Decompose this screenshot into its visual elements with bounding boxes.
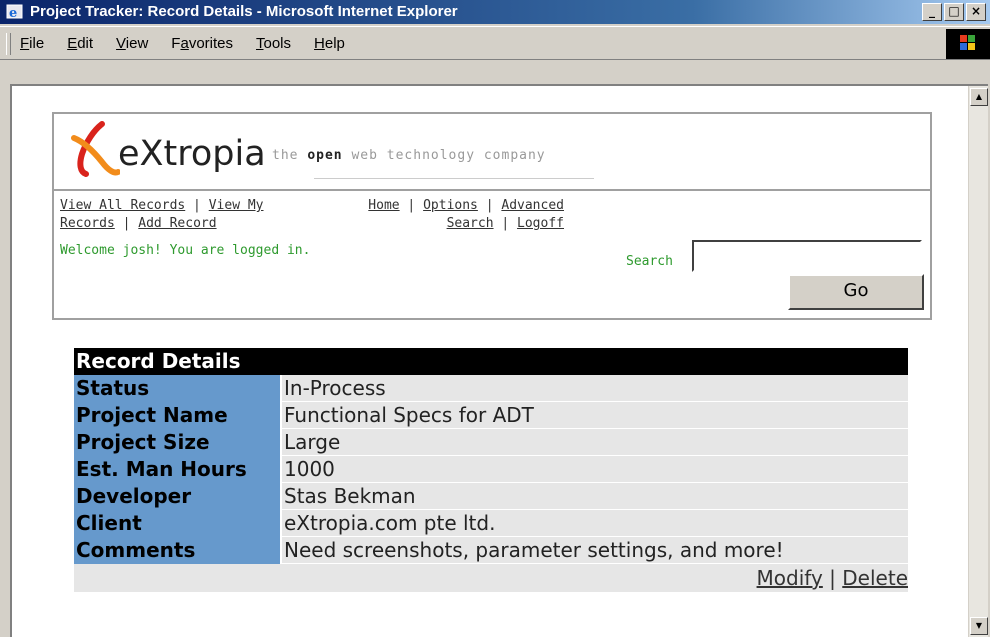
scroll-up-arrow-icon[interactable]: ▲ <box>970 88 988 106</box>
field-label: Project Size <box>74 429 280 456</box>
record-details-title: Record Details <box>74 348 908 375</box>
field-value: Stas Bekman <box>280 483 908 510</box>
field-value: Need screenshots, parameter settings, an… <box>280 537 908 564</box>
field-label: Developer <box>74 483 280 510</box>
menu-bar: File Edit View Favorites Tools Help <box>0 26 990 60</box>
field-label: Est. Man Hours <box>74 456 280 483</box>
field-label: Status <box>74 375 280 402</box>
window-title: Project Tracker: Record Details - Micros… <box>30 3 458 20</box>
minimize-button[interactable]: _ <box>922 3 942 21</box>
menu-item[interactable]: Edit <box>67 35 93 52</box>
nav-left: View All Records | View My Records | Add… <box>60 198 264 231</box>
record-rows: Status In-Process Project Name Functional S… <box>74 375 908 564</box>
close-button[interactable]: × <box>966 3 986 21</box>
field-value: eXtropia.com pte ltd. <box>280 510 908 537</box>
field-value: Functional Specs for ADT <box>280 402 908 429</box>
table-row: Comments Need screenshots, parameter sett… <box>74 537 908 564</box>
extropia-x-logo <box>71 121 120 177</box>
svg-text:e: e <box>9 6 17 21</box>
record-details-table: Record Details Status In-Process Project N… <box>74 348 908 592</box>
internet-explorer-icon: e <box>6 4 23 21</box>
home-link[interactable]: Home <box>368 198 399 213</box>
table-row: Est. Man Hours 1000 <box>74 456 908 483</box>
windows-flag-icon <box>946 29 990 59</box>
view-all-records-link[interactable]: View All Records <box>60 198 185 213</box>
field-label: Comments <box>74 537 280 564</box>
table-row: Project Size Large <box>74 429 908 456</box>
go-button[interactable]: Go <box>788 274 924 310</box>
divider <box>314 178 594 179</box>
menu-item[interactable]: Tools <box>256 35 291 52</box>
logoff-link[interactable]: Logoff <box>517 216 564 231</box>
delete-link[interactable]: Delete <box>842 566 908 590</box>
scroll-down-arrow-icon[interactable]: ▼ <box>970 617 988 635</box>
record-actions: Modify | Delete <box>74 564 908 592</box>
logo-text: eXtropia <box>118 134 266 174</box>
browser-content: ▲ ▼ eXtropia the open web technology com… <box>10 84 988 637</box>
search-label: Search <box>626 254 673 269</box>
title-bar: e Project Tracker: Record Details - Micr… <box>0 0 990 24</box>
modify-link[interactable]: Modify <box>757 566 823 590</box>
field-value: Large <box>280 429 908 456</box>
field-value: 1000 <box>280 456 908 483</box>
tagline: the open web technology company <box>272 148 546 163</box>
maximize-button[interactable]: □ <box>944 3 964 21</box>
menu-items: File Edit View Favorites Tools Help <box>20 27 368 59</box>
menu-item[interactable]: File <box>20 35 44 52</box>
vertical-scrollbar[interactable]: ▲ ▼ <box>968 86 988 637</box>
table-row: Project Name Functional Specs for ADT <box>74 402 908 429</box>
menu-item[interactable]: Favorites <box>171 35 233 52</box>
logo-row: eXtropia the open web technology company <box>54 114 930 191</box>
toolbar-grip[interactable] <box>6 33 11 55</box>
field-label: Client <box>74 510 280 537</box>
table-row: Status In-Process <box>74 375 908 402</box>
options-link[interactable]: Options <box>423 198 478 213</box>
site-header: eXtropia the open web technology company… <box>52 112 932 320</box>
search-input[interactable] <box>692 240 922 272</box>
field-label: Project Name <box>74 402 280 429</box>
table-row: Client eXtropia.com pte ltd. <box>74 510 908 537</box>
field-value: In-Process <box>280 375 908 402</box>
window-controls: _ □ × <box>922 3 986 21</box>
menu-item[interactable]: Help <box>314 35 345 52</box>
table-row: Developer Stas Bekman <box>74 483 908 510</box>
welcome-message: Welcome josh! You are logged in. <box>60 243 311 258</box>
add-record-link[interactable]: Add Record <box>138 216 216 231</box>
nav-center: Home | Options | Advanced Search | Logof… <box>368 198 564 231</box>
menu-item[interactable]: View <box>116 35 148 52</box>
